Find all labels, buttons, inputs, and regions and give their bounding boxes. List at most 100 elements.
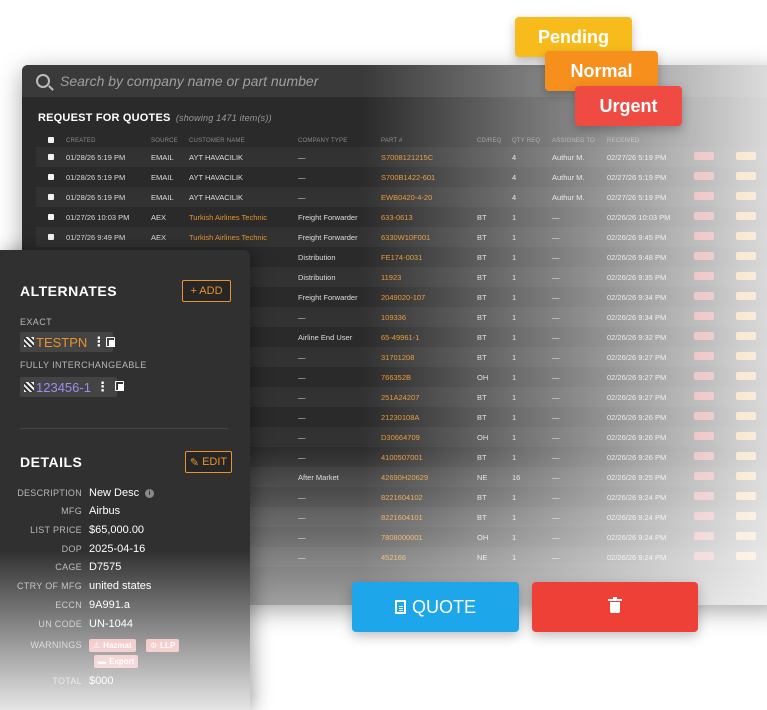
priority-badge (736, 532, 756, 540)
cell-cd: BT (477, 312, 487, 322)
eccn-row: ECCN 9A991.a (0, 596, 250, 614)
fully-pn-link[interactable]: 123456-1 (36, 380, 91, 395)
cell-part[interactable]: FE174-0031 (381, 247, 477, 267)
cell-source: EMAIL (151, 152, 174, 162)
cell-part[interactable]: 2049020-107 (381, 287, 477, 307)
col-customer[interactable]: CUSTOMER NAME (189, 135, 298, 147)
cell-part[interactable]: S7008121215C (381, 147, 477, 167)
cell-source: EMAIL (151, 192, 174, 202)
row-checkbox[interactable] (48, 173, 54, 180)
cell-received: 02/26/26 9:26 PM (607, 432, 667, 442)
table-row[interactable]: 01/27/26 9:49 PM AEX Turkish Airlines Tech… (36, 227, 767, 247)
priority-badge (736, 272, 756, 280)
col-assigned[interactable]: ASSIGNED TO (552, 135, 607, 147)
cell-customer[interactable]: AYT HAVACILIK (189, 167, 298, 187)
col-qty[interactable]: QTY REQ (512, 135, 552, 147)
urgent-tag[interactable]: Urgent (575, 86, 682, 126)
eccn-value: 9A991.a (89, 599, 130, 611)
col-source[interactable]: SOURCE (151, 135, 189, 147)
quote-button[interactable]: QUOTE (352, 582, 519, 632)
cell-part[interactable]: 8221604101 (381, 507, 477, 527)
fully-pn-chip[interactable]: 123456-1 ⋮ (20, 377, 117, 397)
col-created[interactable]: CREATED (66, 135, 151, 147)
cell-part[interactable]: 21230108A (381, 407, 477, 427)
copy-icon[interactable] (106, 337, 115, 347)
table-row[interactable]: 01/28/26 5:19 PM EMAIL AYT HAVACILIK — EWB04… (36, 187, 767, 207)
cell-cd (477, 147, 512, 167)
cell-type: Airline End User (298, 332, 353, 342)
status-badge (694, 532, 714, 540)
cell-received: 02/26/26 9:27 PM (607, 372, 667, 382)
cell-part[interactable]: 4100507001 (381, 447, 477, 467)
exact-pn-chip[interactable]: TESTPN ⋮ (20, 332, 114, 352)
cell-qty: 1 (512, 452, 517, 462)
cell-cd: OH (477, 532, 489, 542)
cell-type: — (298, 192, 306, 202)
cell-created: 01/28/26 5:19 PM (66, 152, 126, 162)
search-input[interactable]: Search by company name or part number (60, 73, 318, 89)
row-checkbox[interactable] (48, 193, 54, 200)
ctry-value: united states (89, 580, 152, 592)
kebab-menu-icon[interactable]: ⋮ (92, 334, 105, 350)
priority-badge (736, 392, 756, 400)
normal-tag[interactable]: Normal (545, 51, 658, 91)
cell-part[interactable]: S700B1422-601 (381, 167, 477, 187)
list-price-label: LIST PRICE (30, 525, 82, 535)
cell-qty: 1 (512, 312, 517, 322)
cell-received: 02/26/26 9:24 PM (607, 552, 667, 562)
cell-part[interactable]: 11923 (381, 267, 477, 287)
col-cd[interactable]: CD/REQ (477, 135, 512, 147)
cell-part[interactable]: 633-0613 (381, 207, 477, 227)
col-part[interactable]: PART # (381, 135, 477, 147)
col-received[interactable]: RECEIVED (607, 135, 694, 147)
cell-qty: 1 (512, 212, 517, 222)
cell-cd (477, 187, 512, 207)
cell-customer[interactable]: AYT HAVACILIK (189, 147, 298, 167)
kebab-menu-icon[interactable]: ⋮ (96, 379, 109, 395)
cell-part[interactable]: 65-49961-1 (381, 327, 477, 347)
cell-part[interactable]: EWB0420-4-20 (381, 187, 477, 207)
cell-part[interactable]: 109336 (381, 307, 477, 327)
delete-button[interactable] (532, 582, 698, 632)
col-company-type[interactable]: COMPANY TYPE (298, 135, 381, 147)
cell-cd: BT (477, 392, 487, 402)
select-all-checkbox[interactable] (48, 137, 54, 143)
table-row[interactable]: 01/28/26 5:19 PM EMAIL AYT HAVACILIK — S700B… (36, 167, 767, 187)
cell-part[interactable]: 7808000001 (381, 527, 477, 547)
info-icon[interactable]: i (145, 488, 155, 498)
cell-customer[interactable]: AYT HAVACILIK (189, 187, 298, 207)
box-icon: ▬ (98, 657, 106, 666)
gear-icon: ⚙ (150, 641, 158, 650)
cell-qty: 1 (512, 432, 517, 442)
cell-part[interactable]: 42690H20629 (381, 467, 477, 487)
cell-type: — (298, 412, 306, 422)
status-badge (694, 332, 714, 340)
cell-part[interactable]: 6330W10F001 (381, 227, 477, 247)
cell-part[interactable]: D30664709 (381, 427, 477, 447)
add-alternate-button[interactable]: + ADD (182, 280, 231, 302)
cell-part[interactable]: 31701208 (381, 347, 477, 367)
cell-received: 02/27/26 5:19 PM (607, 192, 667, 202)
exact-pn-link[interactable]: TESTPN (36, 335, 87, 350)
cage-value: D7575 (89, 561, 122, 573)
cell-type: — (298, 452, 306, 462)
row-checkbox[interactable] (48, 213, 54, 220)
priority-badge (736, 452, 756, 460)
copy-icon[interactable] (115, 381, 124, 391)
cell-type: — (298, 552, 306, 562)
row-checkbox[interactable] (48, 233, 54, 240)
edit-details-button[interactable]: ✎ EDIT (185, 451, 232, 473)
cell-part[interactable]: 8221604102 (381, 487, 477, 507)
cell-part[interactable]: 452166 (381, 547, 477, 567)
cell-part[interactable]: 251A24207 (381, 387, 477, 407)
cell-customer[interactable]: Turkish Airlines Technic (189, 207, 298, 227)
row-checkbox[interactable] (48, 153, 54, 160)
priority-badge (736, 192, 756, 200)
cell-part[interactable]: 766352B (381, 367, 477, 387)
cell-assigned: — (552, 492, 560, 502)
table-row[interactable]: 01/27/26 10:03 PM AEX Turkish Airlines Tec… (36, 207, 767, 227)
cell-customer[interactable]: Turkish Airlines Technic (189, 227, 298, 247)
table-header: CREATED SOURCE CUSTOMER NAME COMPANY TYP… (36, 135, 767, 147)
table-row[interactable]: 01/28/26 5:19 PM EMAIL AYT HAVACILIK — S7008… (36, 147, 767, 167)
cell-type: — (298, 512, 306, 522)
